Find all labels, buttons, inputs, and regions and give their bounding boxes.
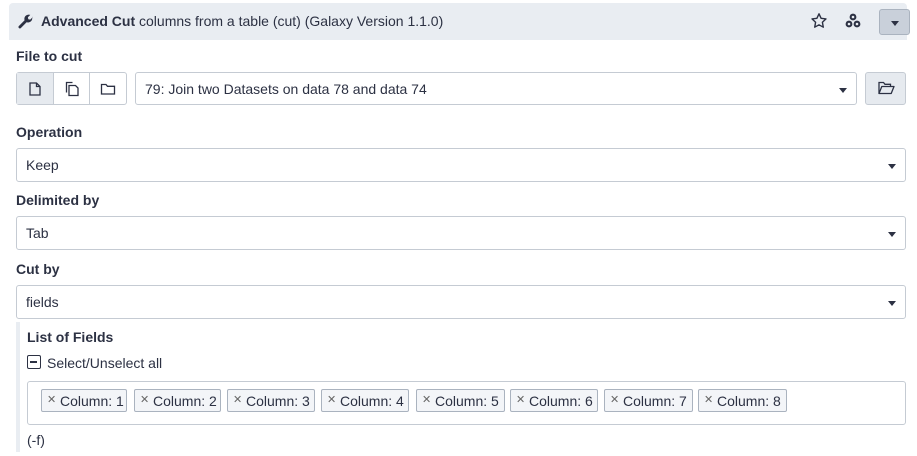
field-tag-label: Column: 5: [435, 393, 499, 409]
field-tag[interactable]: ✕ Column: 4: [321, 389, 409, 412]
remove-x-icon[interactable]: ✕: [610, 393, 619, 406]
operation-label: Operation: [16, 124, 83, 140]
tool-description: columns from a table (cut) (Galaxy Versi…: [135, 13, 444, 29]
field-tag[interactable]: ✕ Column: 1: [41, 389, 127, 412]
operation-select[interactable]: Keep: [16, 148, 906, 182]
collection-button[interactable]: [90, 73, 126, 104]
multiple-datasets-button[interactable]: [54, 73, 91, 104]
wrench-icon: [18, 14, 33, 29]
fields-help-text: (-f): [27, 432, 45, 448]
remove-x-icon[interactable]: ✕: [140, 393, 149, 406]
star-icon[interactable]: [810, 12, 828, 30]
field-tag[interactable]: ✕ Column: 3: [227, 389, 315, 412]
remove-x-icon[interactable]: ✕: [233, 393, 242, 406]
cut-by-select-value: fields: [26, 294, 59, 310]
field-tag[interactable]: ✕ Column: 8: [698, 389, 787, 412]
field-tag-label: Column: 3: [246, 393, 310, 409]
browse-datasets-button[interactable]: [865, 72, 906, 105]
caret-down-icon: [888, 301, 896, 306]
share-icon[interactable]: [844, 12, 862, 30]
dataset-mode-group: [16, 72, 127, 105]
remove-x-icon[interactable]: ✕: [704, 393, 713, 406]
caret-down-icon: [839, 88, 847, 93]
delimited-by-label: Delimited by: [16, 192, 100, 208]
field-tag[interactable]: ✕ Column: 2: [134, 389, 221, 412]
folder-open-icon: [878, 81, 895, 95]
minus-square-icon: [27, 355, 41, 369]
caret-down-icon: [891, 21, 899, 26]
remove-x-icon[interactable]: ✕: [327, 393, 336, 406]
tool-options-button[interactable]: [879, 9, 910, 35]
file-to-cut-label: File to cut: [16, 48, 83, 64]
caret-down-icon: [888, 232, 896, 237]
tool-name: Advanced Cut: [41, 13, 136, 29]
remove-x-icon[interactable]: ✕: [47, 393, 56, 406]
delimiter-select-value: Tab: [26, 225, 49, 241]
field-tag-label: Column: 8: [717, 393, 781, 409]
single-dataset-button[interactable]: [17, 73, 54, 104]
field-tag-label: Column: 2: [153, 393, 217, 409]
cut-by-select[interactable]: fields: [16, 285, 906, 319]
field-tag[interactable]: ✕ Column: 6: [510, 389, 598, 412]
fields-multiselect[interactable]: ✕ Column: 1 ✕ Column: 2 ✕ Column: 3 ✕ Column…: [27, 381, 906, 425]
collection-folder-icon: [101, 83, 116, 95]
remove-x-icon[interactable]: ✕: [516, 393, 525, 406]
field-tag-label: Column: 7: [623, 393, 687, 409]
operation-select-value: Keep: [26, 157, 59, 173]
dataset-select-value: 79: Join two Datasets on data 78 and dat…: [145, 81, 427, 97]
caret-down-icon: [888, 164, 896, 169]
dataset-select[interactable]: 79: Join two Datasets on data 78 and dat…: [135, 72, 857, 105]
cut-by-label: Cut by: [16, 261, 60, 277]
field-tag-label: Column: 6: [529, 393, 593, 409]
field-tag[interactable]: ✕ Column: 5: [416, 389, 505, 412]
tool-title: Advanced Cut columns from a table (cut) …: [41, 13, 443, 29]
field-tag-label: Column: 4: [340, 393, 404, 409]
delimiter-select[interactable]: Tab: [16, 216, 906, 250]
single-dataset-icon: [29, 81, 41, 96]
list-of-fields-label: List of Fields: [27, 329, 114, 345]
select-all-label: Select/Unselect all: [47, 355, 163, 371]
multiple-datasets-icon: [65, 81, 79, 96]
field-tag[interactable]: ✕ Column: 7: [604, 389, 693, 412]
remove-x-icon[interactable]: ✕: [422, 393, 431, 406]
tool-header: Advanced Cut columns from a table (cut) …: [9, 3, 910, 40]
field-tag-label: Column: 1: [60, 393, 124, 409]
section-indent-bar: [16, 322, 20, 452]
